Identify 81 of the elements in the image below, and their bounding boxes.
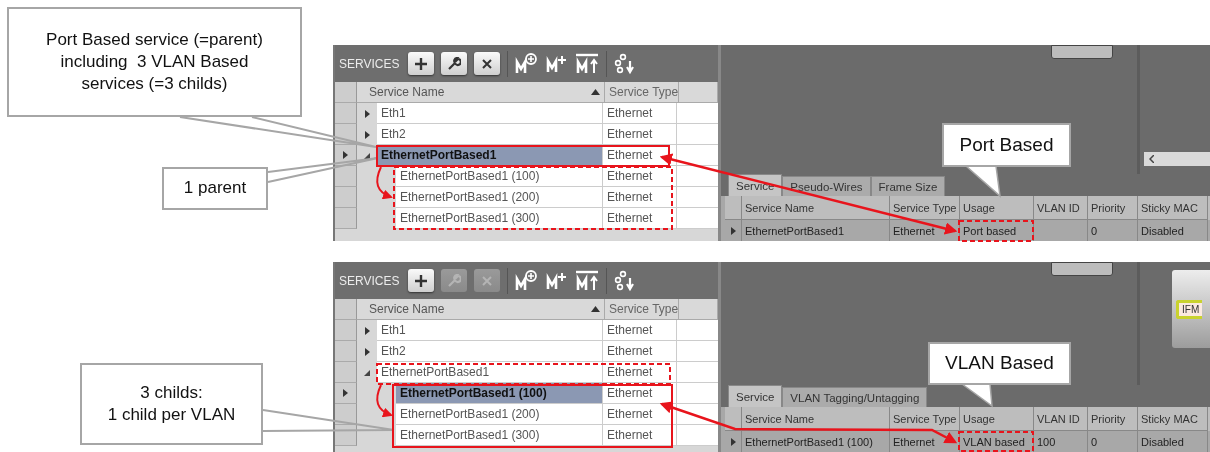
service-name-cell[interactable]: EthernetPortBased1 (300) xyxy=(396,208,603,229)
table-cell: 0 xyxy=(1088,220,1138,241)
callout-text: 3 childs: 1 child per VLAN xyxy=(80,363,263,445)
service-name-cell[interactable]: EthernetPortBased1 (200) xyxy=(396,187,603,208)
wrench-icon xyxy=(447,56,462,71)
service-type-cell: Ethernet xyxy=(603,362,677,383)
collapsed-icon[interactable] xyxy=(364,109,370,118)
m-plus-icon xyxy=(546,53,569,74)
table-cell: Port based xyxy=(960,220,1034,241)
table-cell: EthernetPortBased1 xyxy=(742,220,890,241)
current-row-icon xyxy=(730,226,736,235)
service-type-cell: Ethernet xyxy=(603,103,677,124)
nodes-down-arrow-icon xyxy=(614,269,637,292)
service-name-cell[interactable]: EthernetPortBased1 (100) xyxy=(396,166,603,187)
service-type-cell: Ethernet xyxy=(603,341,677,362)
callout-pointer xyxy=(964,165,1001,198)
table-cell: Disabled xyxy=(1138,220,1208,241)
row-header[interactable] xyxy=(335,383,357,404)
table-cell: 100 xyxy=(1034,431,1088,452)
table-cell: Disabled xyxy=(1138,431,1208,452)
column-title: Service Name xyxy=(369,302,445,316)
table-cell: VLAN based xyxy=(960,431,1034,452)
device-label: IFM xyxy=(1176,299,1203,319)
add-button[interactable] xyxy=(408,269,435,292)
service-type-cell: Ethernet xyxy=(603,320,677,341)
service-name-cell[interactable]: EthernetPortBased1 xyxy=(377,362,603,383)
m-up-arrow-icon xyxy=(575,52,600,75)
tab[interactable]: Pseudo-Wires xyxy=(782,176,871,196)
collapsed-icon[interactable] xyxy=(364,130,370,139)
tab[interactable]: Service xyxy=(728,385,783,407)
service-name-cell[interactable]: EthernetPortBased1 (200) xyxy=(396,404,603,425)
node-block xyxy=(1051,262,1113,276)
service-type-cell: Ethernet xyxy=(603,425,677,446)
expanded-icon[interactable] xyxy=(364,369,370,376)
node-block xyxy=(1051,45,1113,59)
m-plus-circle-icon xyxy=(515,269,540,292)
service-name-cell[interactable]: Eth1 xyxy=(377,103,603,124)
service-type-cell: Ethernet xyxy=(603,166,677,187)
service-type-cell: Ethernet xyxy=(603,404,677,425)
plus-icon xyxy=(414,56,429,71)
tab[interactable]: VLAN Tagging/Untagging xyxy=(782,387,928,407)
table-cell: EthernetPortBased1 (100) xyxy=(742,431,890,452)
services-title: SERVICES xyxy=(339,56,400,71)
table-cell: Ethernet xyxy=(890,220,960,241)
collapsed-icon[interactable] xyxy=(364,326,370,335)
service-type-cell: Ethernet xyxy=(603,187,677,208)
collapsed-icon[interactable] xyxy=(364,347,370,356)
service-type-cell: Ethernet xyxy=(603,208,677,229)
table-cell: Ethernet xyxy=(890,431,960,452)
scroll-left-icon xyxy=(1149,155,1154,163)
delete-button[interactable] xyxy=(474,52,501,75)
curved-arrow xyxy=(376,384,393,417)
current-row-icon xyxy=(343,151,348,159)
plus-icon xyxy=(414,273,429,288)
service-name-cell[interactable]: Eth1 xyxy=(377,320,603,341)
current-row-icon xyxy=(343,389,348,397)
curved-arrow xyxy=(376,166,393,199)
column-title: Service Name xyxy=(369,85,445,99)
service-type-cell: Ethernet xyxy=(603,124,677,145)
m-plus-circle-icon xyxy=(515,52,540,75)
nodes-down-arrow-icon xyxy=(614,52,637,75)
callout-text: Port Based service (=parent) including 3 VLAN Based services (=3 childs) xyxy=(7,7,302,117)
service-name-cell[interactable]: Eth2 xyxy=(377,124,603,145)
tab[interactable]: Frame Size xyxy=(870,176,946,196)
service-name-cell[interactable]: Eth2 xyxy=(377,341,603,362)
table-cell: 0 xyxy=(1088,431,1138,452)
wrench-icon xyxy=(447,273,462,288)
service-name-cell[interactable]: EthernetPortBased1 (300) xyxy=(396,425,603,446)
column-header[interactable]: Service Name xyxy=(357,299,605,320)
close-icon xyxy=(481,57,494,70)
close-icon xyxy=(481,274,494,287)
expanded-icon[interactable] xyxy=(364,152,370,159)
add-button[interactable] xyxy=(408,52,435,75)
horizontal-scrollbar[interactable] xyxy=(1144,152,1210,166)
callout-text: 1 parent xyxy=(162,167,268,210)
edit-button[interactable] xyxy=(441,52,468,75)
column-header[interactable]: Service Name xyxy=(357,82,605,103)
m-up-arrow-icon xyxy=(575,269,600,292)
current-row-icon xyxy=(730,437,736,446)
m-plus-icon xyxy=(546,270,569,291)
services-title: SERVICES xyxy=(339,273,400,288)
